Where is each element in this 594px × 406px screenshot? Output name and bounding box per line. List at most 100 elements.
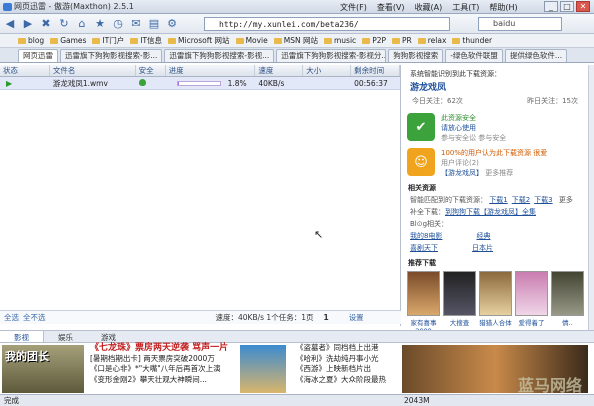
bookmark-blog[interactable]: blog	[18, 36, 44, 45]
bl-link-2[interactable]: 经典	[476, 232, 490, 240]
tab-xunlei[interactable]: 网页迅雷	[18, 49, 58, 62]
sidebar-scrollbar[interactable]	[588, 65, 594, 330]
bl-link-4[interactable]: 日本片	[472, 244, 493, 252]
tab-gougou-1[interactable]: 迅雷旗下狗狗影视搜索-影...	[60, 49, 163, 62]
tools-icon[interactable]: ⚙	[164, 16, 180, 32]
related-more[interactable]: 更多	[559, 196, 573, 204]
page-number[interactable]: 1	[323, 313, 328, 322]
poster-title-3[interactable]: 猎猎人合体	[479, 317, 512, 330]
row-remaining: 00:56:37	[354, 78, 388, 88]
related-link-3[interactable]: 下载3	[534, 196, 552, 204]
col-size[interactable]: 大小	[303, 65, 352, 76]
poster-5[interactable]	[551, 271, 584, 316]
related-link-1[interactable]: 下载1	[489, 196, 507, 204]
poster-title-5[interactable]: 情..	[551, 317, 584, 330]
bookmark-movie[interactable]: Movie	[235, 36, 268, 45]
col-remaining[interactable]: 剩余时间	[351, 65, 400, 76]
forward-icon[interactable]: ▶	[20, 16, 36, 32]
bl-link-3[interactable]: 喜剧天下	[410, 244, 438, 252]
settings-link[interactable]: 设置	[349, 312, 364, 323]
tab-green-soft[interactable]: -绿色软件联盟	[445, 49, 503, 62]
bookmark-thunder[interactable]: thunder	[452, 36, 492, 45]
play-icon[interactable]: ▶	[3, 79, 12, 88]
address-input[interactable]: http://my.xunlei.com/beta236/	[219, 20, 359, 29]
thumbnail-1[interactable]	[240, 345, 286, 393]
download-statusline: 全选 全不选 速度：40KB/s 1个任务：1页 1 设置	[0, 310, 401, 324]
select-all-link[interactable]: 全选	[4, 312, 19, 323]
home-icon[interactable]: ⌂	[74, 16, 90, 32]
bookmark-relax[interactable]: relax	[417, 36, 446, 45]
bookmark-pr[interactable]: PR	[392, 36, 412, 45]
poster-title-1[interactable]: 家有喜事2009	[407, 317, 440, 330]
poster-4[interactable]	[515, 271, 548, 316]
poster-1[interactable]	[407, 271, 440, 316]
tab-gougou-4[interactable]: 狗狗影视搜索	[388, 49, 444, 62]
col-status[interactable]: 状态	[0, 65, 50, 76]
menu-view[interactable]: 查看(V)	[377, 2, 405, 13]
news2-line-2[interactable]: 《哈利》洗劫纯丹事小光	[296, 354, 396, 365]
safe-link-1[interactable]: 参与安全讼	[441, 134, 476, 142]
favorites-icon[interactable]: ★	[92, 16, 108, 32]
related-line: 智能匹配到的下载资源： 下载1 下载2 下载3 更多	[410, 195, 580, 205]
folder-icon	[417, 37, 426, 44]
bl-link-1[interactable]: 我的8电影	[410, 232, 442, 240]
tab-entertainment[interactable]: 娱乐	[44, 331, 87, 342]
more-recommend-link[interactable]: 更多推荐	[485, 169, 513, 177]
tab-games[interactable]: 游戏	[87, 331, 130, 342]
bookmark-microsoft[interactable]: Microsoft 网站	[168, 35, 230, 46]
folder-icon	[273, 37, 282, 44]
stop-icon[interactable]: ✖	[38, 16, 54, 32]
hero-image[interactable]: 我的团长	[2, 345, 84, 393]
news-column-2: 《盗墓者》同档档上出港 《哈利》洗劫纯丹事小光 《西游》上映新档片出 《海冰之夏…	[296, 343, 396, 385]
tab-green-soft-2[interactable]: 提供绿色软件...	[504, 49, 568, 62]
mail-icon[interactable]: ✉	[128, 16, 144, 32]
resource-title[interactable]: 游龙戏凤	[402, 79, 588, 94]
close-button[interactable]: ✕	[576, 1, 590, 12]
minimize-button[interactable]: _	[544, 1, 558, 12]
search-input[interactable]: baidu	[478, 17, 562, 31]
menu-file[interactable]: 文件(F)	[340, 2, 367, 13]
menu-help[interactable]: 帮助(H)	[489, 2, 517, 13]
bookmark-p2p[interactable]: P2P	[362, 36, 386, 45]
tab-movies[interactable]: 影视	[0, 331, 44, 342]
download-row[interactable]: ▶ 游龙戏凤1.wmv 1.8% 40KB/s 00:56:37	[0, 77, 400, 90]
address-bar[interactable]: http://my.xunlei.com/beta236/	[204, 17, 450, 31]
news2-line-1[interactable]: 《盗墓者》同档档上出港	[296, 343, 396, 354]
news-line-1[interactable]: [暑期档期出卡] 两天票房突破2000万	[90, 354, 236, 365]
history-icon[interactable]: ◷	[110, 16, 126, 32]
col-filename[interactable]: 文件名	[50, 65, 136, 76]
safe-link-2[interactable]: 参与安全	[478, 134, 506, 142]
print-icon[interactable]: ▤	[146, 16, 162, 32]
watermark: 蓝马网络	[517, 376, 582, 395]
user-comments-link[interactable]: 用户评论(2)	[441, 158, 547, 168]
col-security[interactable]: 安全	[136, 65, 166, 76]
window-title: 网页迅雷 - 傲游(Maxthon) 2.5.1	[14, 2, 134, 11]
bookmark-it-portal[interactable]: IT门户	[92, 35, 124, 46]
poster-title-2[interactable]: 大搜查	[443, 317, 476, 330]
bookmark-it-info[interactable]: IT信息	[130, 35, 162, 46]
maximize-button[interactable]: □	[560, 1, 574, 12]
tab-gougou-2[interactable]: 迅雷旗下狗狗影视搜索-影视...	[164, 49, 275, 62]
news-line-2[interactable]: 《口是心非》*"大嘴"八年后再首次上演	[90, 364, 236, 375]
related-link-2[interactable]: 下载2	[512, 196, 530, 204]
poster-2[interactable]	[443, 271, 476, 316]
bookmark-games[interactable]: Games	[50, 36, 86, 45]
back-icon[interactable]: ◀	[2, 16, 18, 32]
news-headline[interactable]: 《七龙珠》票房两天逆袭 骂声一片	[90, 343, 236, 354]
rating-link[interactable]: 【游龙戏凤】	[441, 169, 483, 177]
select-none-link[interactable]: 全不选	[23, 312, 46, 323]
refresh-icon[interactable]: ↻	[56, 16, 72, 32]
news2-line-3[interactable]: 《西游》上映新档片出	[296, 364, 396, 375]
menu-tools[interactable]: 工具(T)	[452, 2, 479, 13]
poster-3[interactable]	[479, 271, 512, 316]
news-line-3[interactable]: 《变形金刚2》攀天壮观大神瞬间...	[90, 375, 236, 386]
news2-line-4[interactable]: 《海冰之夏》大众阶段最热	[296, 375, 396, 386]
bookmark-msn[interactable]: MSN 网站	[273, 35, 318, 46]
col-progress[interactable]: 进度	[166, 65, 256, 76]
poster-title-4[interactable]: 爱得着了	[515, 317, 548, 330]
tab-gougou-3[interactable]: 迅雷旗下狗狗影视搜索-影视分...	[276, 49, 387, 62]
sub-link[interactable]: 到狗狗下载【游龙戏凤】全集	[445, 208, 536, 216]
bookmark-music[interactable]: music	[324, 36, 356, 45]
menu-favorites[interactable]: 收藏(A)	[415, 2, 443, 13]
col-speed[interactable]: 速度	[255, 65, 304, 76]
